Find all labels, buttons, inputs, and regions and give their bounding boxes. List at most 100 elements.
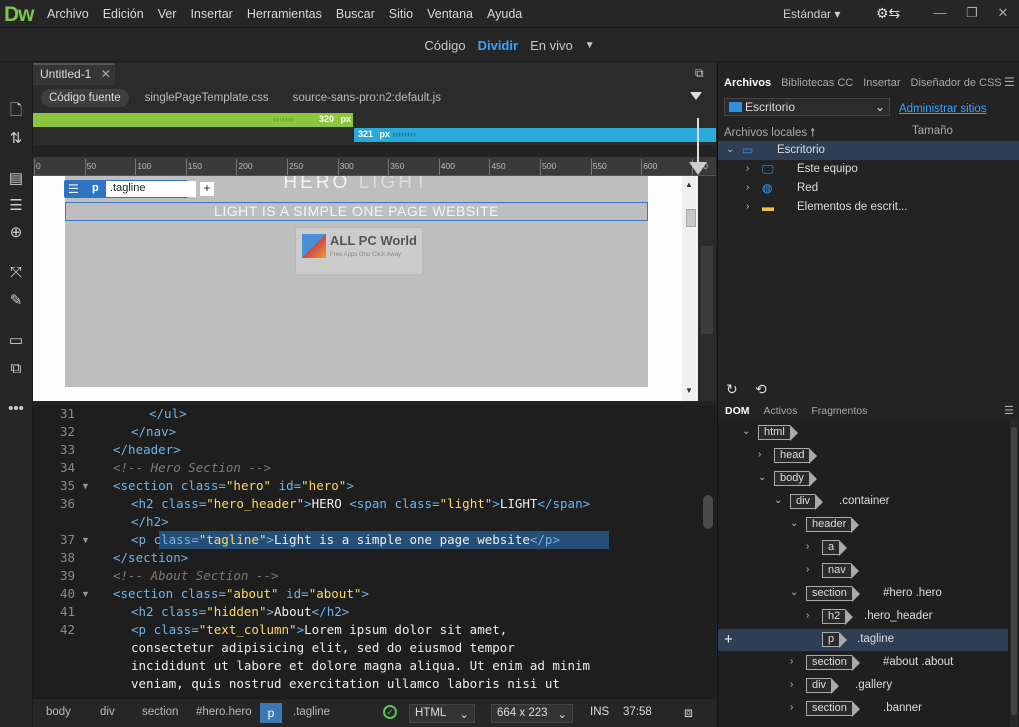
code-view[interactable]: 31 </ul> 32 </nav> 33 </header> 34 <!-- Hero Se… bbox=[33, 405, 716, 698]
menu-item-5[interactable]: Buscar bbox=[329, 7, 382, 21]
wrap-tag-icon[interactable]: ✎ bbox=[6, 291, 26, 311]
dom-node[interactable]: › section #about .about bbox=[718, 652, 1008, 674]
scroll-up-icon[interactable]: ▲ bbox=[685, 180, 693, 189]
chevron-right-icon[interactable]: › bbox=[790, 702, 793, 713]
code-line[interactable]: <h2 class="hidden">About</h2> bbox=[131, 603, 349, 621]
code-line[interactable]: incididunt ut labore et dolore magna ali… bbox=[131, 657, 590, 675]
fold-toggle-icon[interactable]: ▼ bbox=[81, 477, 90, 495]
format-source-icon[interactable]: ☰ bbox=[6, 196, 26, 216]
chevron-right-icon[interactable]: › bbox=[790, 679, 793, 690]
code-line[interactable]: <h2 class="hero_header">HERO <span class… bbox=[131, 495, 590, 513]
dom-node[interactable]: ⌄ body bbox=[718, 468, 1008, 490]
view-mode-chevron-icon[interactable]: ▼ bbox=[585, 40, 595, 51]
tab-archivos[interactable]: Archivos bbox=[724, 77, 771, 89]
site-select[interactable]: Escritorio ⌄ bbox=[724, 98, 890, 116]
dom-tag[interactable]: div bbox=[806, 678, 840, 694]
menu-item-0[interactable]: Archivo bbox=[40, 7, 96, 21]
dom-node[interactable]: › section .banner bbox=[718, 698, 1008, 720]
dom-tag[interactable]: p bbox=[822, 632, 848, 648]
code-line[interactable]: veniam, quis nostrud exercitation ullamc… bbox=[131, 675, 560, 693]
hud-class-input[interactable]: .tagline bbox=[106, 181, 196, 197]
live-view-scrollbar[interactable]: ▲ ▼ bbox=[682, 176, 698, 401]
size-header[interactable]: Tamaño bbox=[912, 125, 953, 137]
dom-panel-menu-icon[interactable]: ☰ bbox=[1004, 404, 1014, 417]
file-management-icon[interactable]: ⇅ bbox=[6, 129, 26, 149]
file-row[interactable]: › 🖵 Este equipo bbox=[718, 160, 1019, 179]
view-live-button[interactable]: En vivo bbox=[530, 38, 573, 53]
dom-tag[interactable]: h2 bbox=[822, 609, 854, 625]
dom-tag[interactable]: nav bbox=[822, 563, 859, 579]
code-line[interactable]: <section class="hero" id="hero"> bbox=[113, 477, 354, 495]
document-type-select[interactable]: HTML ⌄ bbox=[409, 704, 475, 723]
menu-item-4[interactable]: Herramientas bbox=[240, 7, 329, 21]
code-line[interactable]: <!-- Hero Section --> bbox=[113, 459, 271, 477]
tab-activos[interactable]: Activos bbox=[764, 405, 798, 417]
fold-toggle-icon[interactable]: ▼ bbox=[81, 531, 90, 549]
code-line[interactable]: <section class="about" id="about"> bbox=[113, 585, 369, 603]
tab-insertar[interactable]: Insertar bbox=[863, 77, 900, 89]
related-file-source[interactable]: Código fuente bbox=[41, 89, 129, 107]
code-line[interactable]: consectetur adipisicing elit, sed do eiu… bbox=[131, 639, 515, 657]
manage-sites-link[interactable]: Administrar sitios bbox=[899, 103, 987, 115]
hud-menu-icon[interactable]: ☰ bbox=[68, 182, 82, 196]
fold-toggle-icon[interactable]: ▼ bbox=[81, 585, 90, 603]
panel-menu-icon[interactable]: ☰ bbox=[1004, 75, 1015, 89]
linting-ok-icon[interactable]: ✓ bbox=[383, 705, 397, 719]
dom-tag[interactable]: header bbox=[806, 517, 860, 533]
crumb-section[interactable]: section bbox=[142, 706, 178, 718]
dom-node[interactable]: › div .gallery bbox=[718, 675, 1008, 697]
code-line[interactable]: </header> bbox=[113, 441, 181, 459]
chevron-right-icon[interactable]: › bbox=[746, 163, 749, 174]
dom-scroll-thumb[interactable] bbox=[1011, 427, 1017, 715]
menu-item-7[interactable]: Ventana bbox=[420, 7, 480, 21]
live-code-icon[interactable]: ▤ bbox=[6, 169, 26, 189]
file-row[interactable]: › ▬ Elementos de escrit... bbox=[718, 198, 1019, 217]
chevron-right-icon[interactable]: › bbox=[746, 201, 749, 212]
insert-mode[interactable]: INS bbox=[590, 706, 609, 718]
restore-icon[interactable]: ❐ bbox=[956, 0, 988, 28]
inspect-icon[interactable]: ⊕ bbox=[6, 223, 26, 243]
chevron-down-icon[interactable]: ⌄ bbox=[790, 587, 798, 598]
tab-untitled-1[interactable]: Untitled-1 ✕ bbox=[33, 63, 115, 85]
menu-item-3[interactable]: Insertar bbox=[183, 7, 239, 21]
view-split-button[interactable]: Dividir bbox=[478, 38, 518, 53]
dom-node[interactable]: › a bbox=[718, 537, 1008, 559]
code-line[interactable]: </nav> bbox=[131, 423, 176, 441]
crumb-section-id[interactable]: #hero.hero bbox=[196, 706, 252, 718]
code-line[interactable]: <p class="text_column">Lorem ipsum dolor… bbox=[131, 621, 507, 639]
chevron-right-icon[interactable]: › bbox=[746, 182, 749, 193]
dom-tag[interactable]: section bbox=[806, 586, 860, 602]
dom-tag[interactable]: head bbox=[774, 448, 819, 464]
tagline-element[interactable]: LIGHT IS A SIMPLE ONE PAGE WEBSITE bbox=[65, 202, 648, 221]
dom-tag[interactable]: body bbox=[774, 471, 817, 487]
dom-node[interactable]: ⌄ header bbox=[718, 514, 1008, 536]
dom-tag[interactable]: div bbox=[790, 494, 824, 510]
dom-node[interactable]: ⌄ section #hero .hero bbox=[718, 583, 1008, 605]
more-tools-icon[interactable]: ••• bbox=[6, 399, 26, 419]
chevron-down-icon[interactable]: ⌄ bbox=[774, 495, 782, 506]
splitter-thumb[interactable] bbox=[701, 246, 713, 334]
live-preview-icon[interactable]: ⧈ bbox=[684, 704, 693, 721]
chevron-down-icon[interactable]: ⌄ bbox=[790, 518, 798, 529]
media-query-min-width[interactable]: 321 px ›››››››› bbox=[354, 128, 716, 142]
dom-node[interactable]: + p .tagline bbox=[718, 629, 1008, 651]
crumb-current-tag[interactable]: p bbox=[260, 703, 282, 723]
hud-add-class-button[interactable]: + bbox=[200, 182, 214, 196]
dom-node[interactable]: › nav bbox=[718, 560, 1008, 582]
dom-tag[interactable]: html bbox=[758, 425, 798, 441]
scroll-down-icon[interactable]: ▼ bbox=[685, 386, 693, 395]
minimize-icon[interactable]: — bbox=[924, 0, 956, 28]
scroll-thumb[interactable] bbox=[686, 209, 696, 227]
menu-item-6[interactable]: Sitio bbox=[382, 7, 420, 21]
splitter-scrollbar[interactable] bbox=[698, 176, 716, 401]
code-line[interactable]: </h2> bbox=[131, 513, 169, 531]
tab-bibliotecas-cc[interactable]: Bibliotecas CC bbox=[781, 77, 853, 89]
dom-node[interactable]: › head bbox=[718, 445, 1008, 467]
chevron-right-icon[interactable]: › bbox=[806, 541, 809, 552]
chevron-down-icon[interactable]: ⌄ bbox=[758, 472, 766, 483]
crumb-body[interactable]: body bbox=[46, 706, 71, 718]
menu-item-1[interactable]: Edición bbox=[96, 7, 151, 21]
chevron-right-icon[interactable]: › bbox=[790, 656, 793, 667]
code-scroll-thumb[interactable] bbox=[703, 495, 713, 529]
dom-node[interactable]: ⌄ html bbox=[718, 422, 1008, 444]
